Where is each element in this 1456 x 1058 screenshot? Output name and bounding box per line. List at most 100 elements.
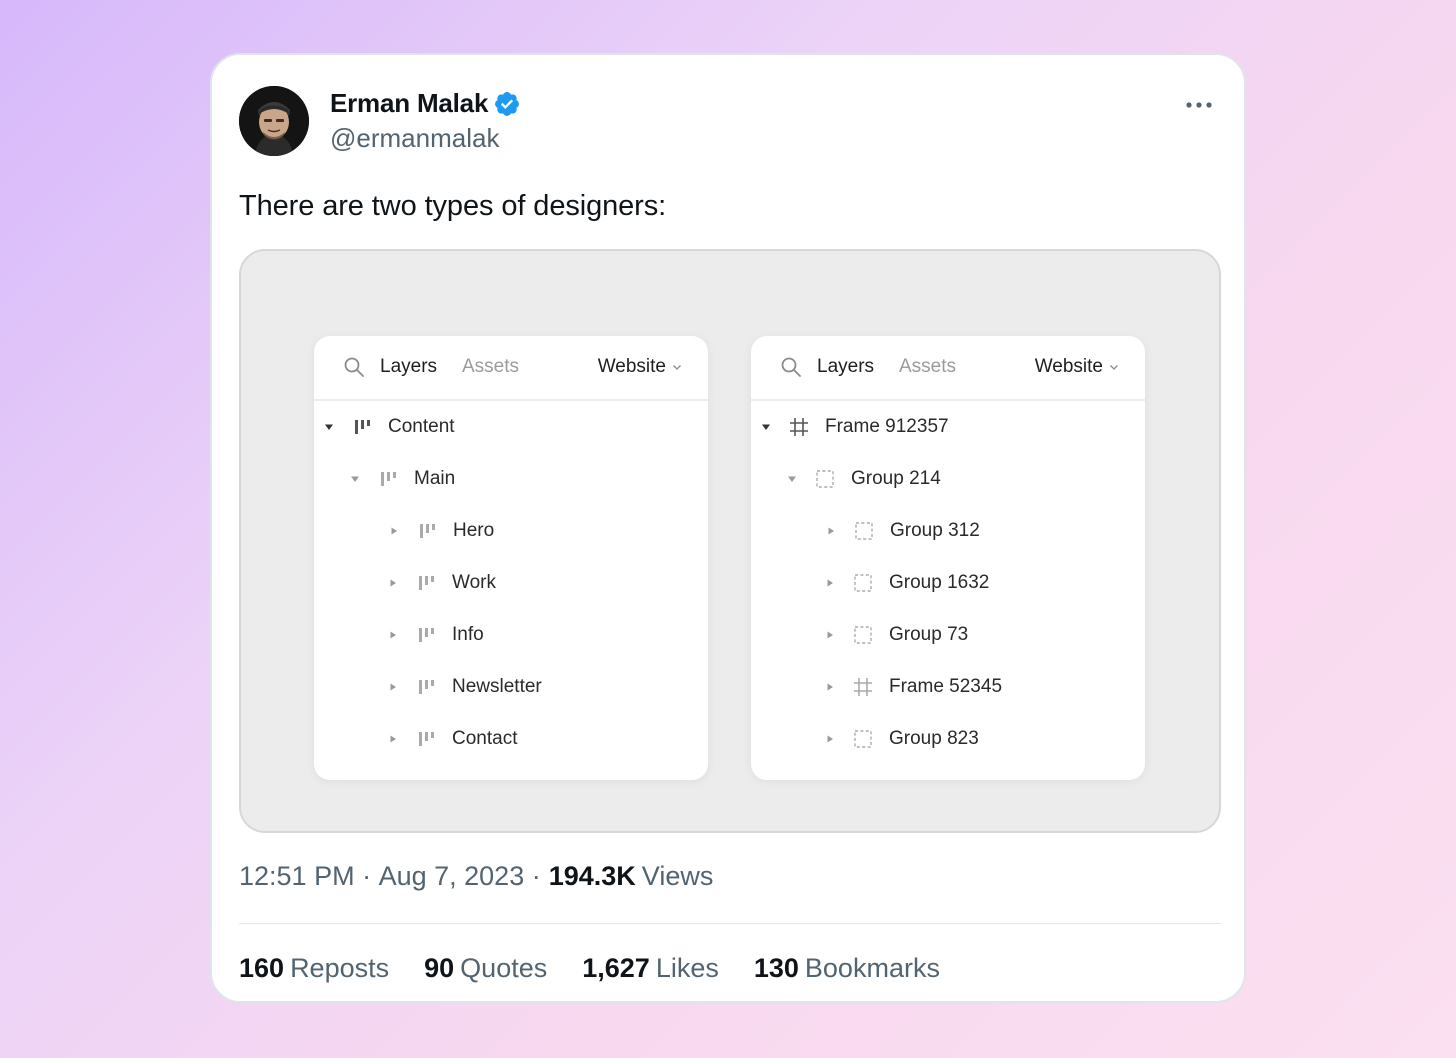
panel-header: Layers Assets Website xyxy=(751,336,1145,401)
engagement-stats: 160 Reposts 90 Quotes 1,627 Likes 130 Bookma… xyxy=(239,953,975,984)
tab-assets[interactable]: Assets xyxy=(899,356,956,378)
layer-label: Work xyxy=(452,572,496,593)
caret-down-icon[interactable] xyxy=(324,422,334,432)
stat-label: Reposts xyxy=(290,953,390,983)
layer-label: Newsletter xyxy=(452,676,542,697)
frame-icon xyxy=(790,418,808,436)
stat-quotes[interactable]: 90 Quotes xyxy=(424,953,547,984)
layer-label: Group 214 xyxy=(851,468,941,489)
layer-label: Contact xyxy=(452,728,518,749)
auto-layout-icon xyxy=(355,420,370,434)
layer-row[interactable]: Group 312 xyxy=(751,516,980,546)
frame-icon xyxy=(854,678,872,696)
auto-layout-icon xyxy=(420,524,435,538)
tweet-card: Erman Malak @ermanmalak There are two ty… xyxy=(210,53,1246,1003)
caret-right-icon[interactable] xyxy=(388,630,398,640)
caret-right-icon[interactable] xyxy=(388,682,398,692)
group-icon xyxy=(854,626,872,644)
tab-layers[interactable]: Layers xyxy=(817,356,874,378)
tweet-meta: 12:51 PM · Aug 7, 2023 · 194.3K Views xyxy=(239,861,713,892)
layer-label: Frame 52345 xyxy=(889,676,1003,697)
avatar[interactable] xyxy=(239,86,309,156)
stat-likes[interactable]: 1,627 Likes xyxy=(582,953,719,984)
layer-row[interactable]: Work xyxy=(314,568,496,598)
page-selector[interactable]: Website xyxy=(1035,356,1119,378)
layer-row[interactable]: Frame 912357 xyxy=(751,412,949,442)
tweet-time[interactable]: 12:51 PM xyxy=(239,861,355,892)
tab-layers[interactable]: Layers xyxy=(380,356,437,378)
layer-row[interactable]: Hero xyxy=(314,516,494,546)
panel-header: Layers Assets Website xyxy=(314,336,708,401)
layer-label: Info xyxy=(452,624,484,645)
caret-right-icon[interactable] xyxy=(825,682,835,692)
tweet-media[interactable]: Layers Assets Website Content Main Hero … xyxy=(239,249,1221,833)
chevron-down-icon xyxy=(1110,365,1118,370)
layer-row[interactable]: Group 214 xyxy=(751,464,941,494)
layer-label: Group 1632 xyxy=(889,572,990,593)
layer-label: Group 73 xyxy=(889,624,969,645)
chevron-down-icon xyxy=(673,365,681,370)
caret-right-icon[interactable] xyxy=(388,578,398,588)
meta-separator: · xyxy=(354,861,379,891)
layer-label: Main xyxy=(414,468,456,489)
tweet-date[interactable]: Aug 7, 2023 xyxy=(379,861,525,892)
layer-label: Group 823 xyxy=(889,728,979,749)
views-count: 194.3K xyxy=(548,861,636,891)
layer-row[interactable]: Frame 52345 xyxy=(751,672,1002,702)
layer-label: Hero xyxy=(453,520,495,541)
layers-panel-named: Layers Assets Website Content Main Hero … xyxy=(314,336,708,780)
stat-bookmarks[interactable]: 130 Bookmarks xyxy=(754,953,940,984)
group-icon xyxy=(854,574,872,592)
layer-row[interactable]: Newsletter xyxy=(314,672,542,702)
stat-reposts[interactable]: 160 Reposts xyxy=(239,953,389,984)
caret-down-icon[interactable] xyxy=(350,474,360,484)
layer-row[interactable]: Content xyxy=(314,412,455,442)
meta-separator: · xyxy=(524,861,541,891)
caret-right-icon[interactable] xyxy=(388,734,398,744)
stat-label: Quotes xyxy=(460,953,548,983)
page-selector-label: Website xyxy=(1034,356,1103,377)
views-label: Views xyxy=(641,861,714,891)
caret-right-icon[interactable] xyxy=(826,526,836,536)
group-icon xyxy=(816,470,834,488)
caret-down-icon[interactable] xyxy=(787,474,797,484)
stat-count: 1,627 xyxy=(582,953,650,983)
group-icon xyxy=(855,522,873,540)
search-icon[interactable] xyxy=(342,355,366,379)
search-icon[interactable] xyxy=(779,355,803,379)
auto-layout-icon xyxy=(419,732,434,746)
caret-right-icon[interactable] xyxy=(825,734,835,744)
layer-row[interactable]: Info xyxy=(314,620,484,650)
layer-row[interactable]: Main xyxy=(314,464,455,494)
verified-badge-icon xyxy=(493,90,521,118)
layer-label: Frame 912357 xyxy=(825,416,949,437)
author-handle[interactable]: @ermanmalak xyxy=(330,123,499,154)
layer-label: Group 312 xyxy=(890,520,980,541)
tab-assets[interactable]: Assets xyxy=(462,356,519,378)
more-options-icon[interactable] xyxy=(1184,93,1214,117)
page-selector-label: Website xyxy=(597,356,666,377)
auto-layout-icon xyxy=(381,472,396,486)
stat-label: Bookmarks xyxy=(804,953,940,983)
auto-layout-icon xyxy=(419,576,434,590)
caret-right-icon[interactable] xyxy=(389,526,399,536)
stat-count: 90 xyxy=(424,953,455,983)
layer-row[interactable]: Group 823 xyxy=(751,724,979,754)
stat-count: 130 xyxy=(753,953,799,983)
caret-down-icon[interactable] xyxy=(761,422,771,432)
tweet-text: There are two types of designers: xyxy=(239,190,667,222)
stat-count: 160 xyxy=(239,953,285,983)
auto-layout-icon xyxy=(419,680,434,694)
layer-label: Content xyxy=(388,416,455,437)
group-icon xyxy=(854,730,872,748)
caret-right-icon[interactable] xyxy=(825,578,835,588)
layer-row[interactable]: Group 73 xyxy=(751,620,968,650)
author-name[interactable]: Erman Malak xyxy=(330,88,488,119)
auto-layout-icon xyxy=(419,628,434,642)
layer-row[interactable]: Contact xyxy=(314,724,517,754)
layer-row[interactable]: Group 1632 xyxy=(751,568,989,598)
divider xyxy=(239,923,1221,924)
caret-right-icon[interactable] xyxy=(825,630,835,640)
layers-panel-default: Layers Assets Website Frame 912357 Group… xyxy=(751,336,1145,780)
page-selector[interactable]: Website xyxy=(598,356,682,378)
